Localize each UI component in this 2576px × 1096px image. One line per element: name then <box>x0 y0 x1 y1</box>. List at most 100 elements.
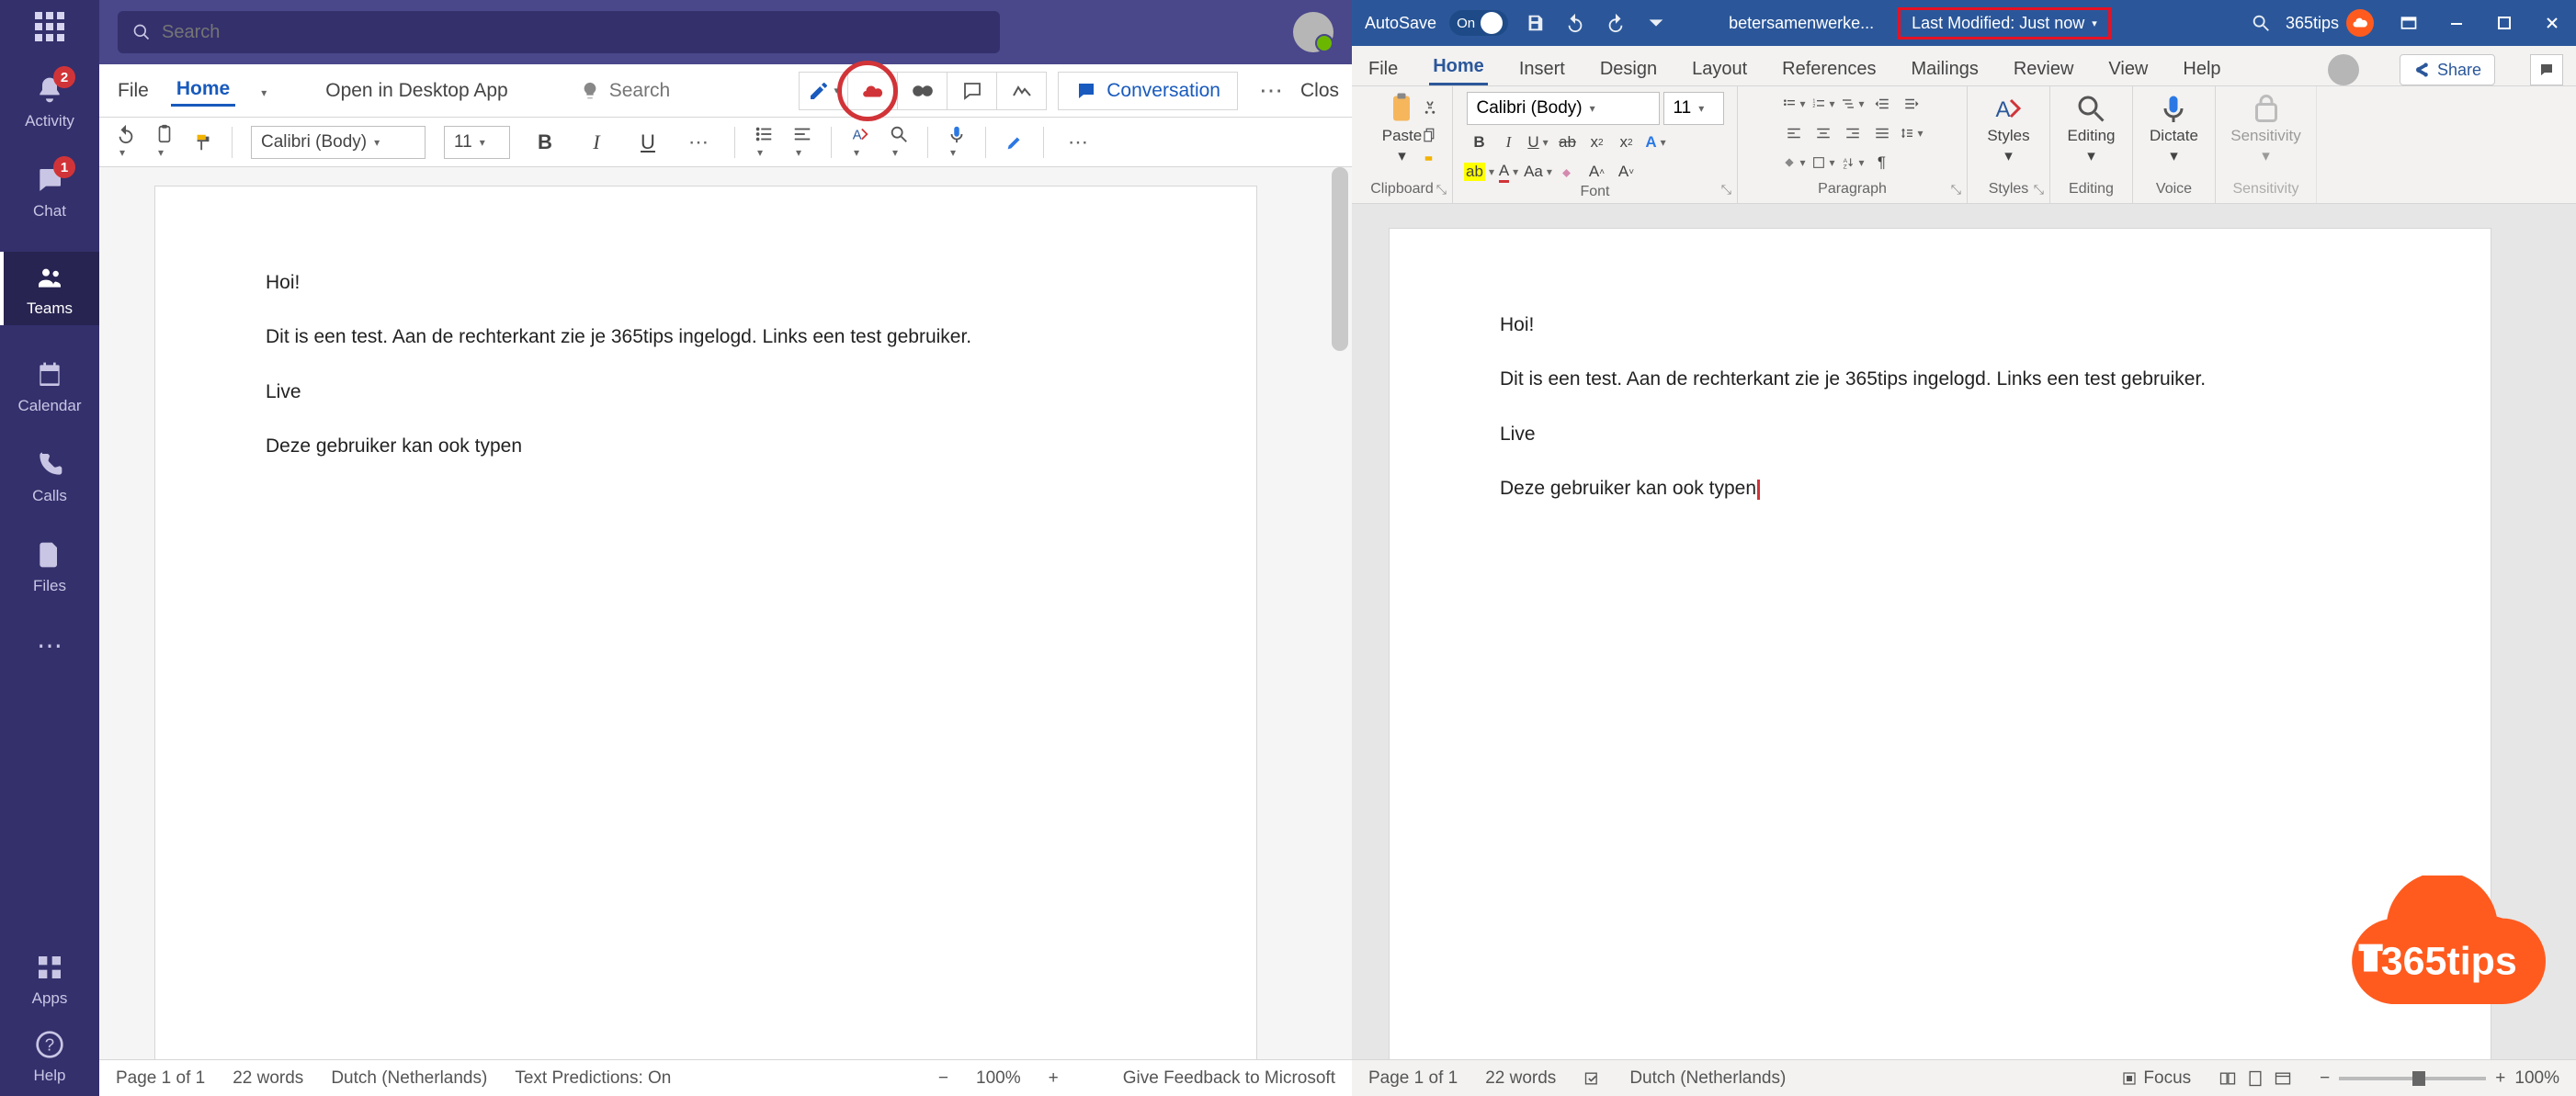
search-titlebar-icon[interactable] <box>2247 9 2275 37</box>
minimize-button[interactable] <box>2433 0 2480 46</box>
rtab-references[interactable]: References <box>1778 53 1879 85</box>
line-spacing-button[interactable] <box>1899 121 1924 145</box>
editor-button[interactable] <box>1004 132 1025 153</box>
maximize-button[interactable] <box>2480 0 2528 46</box>
account-menu[interactable]: 365tips <box>2275 9 2385 37</box>
ribbon-display-button[interactable] <box>2385 0 2433 46</box>
rail-activity[interactable]: 2 Activity <box>0 72 99 130</box>
show-marks-button[interactable]: ¶ <box>1869 151 1895 175</box>
editing-menu-button[interactable]: Editing▾ <box>2068 92 2116 165</box>
find-button[interactable] <box>889 124 909 161</box>
underline-button[interactable]: U <box>631 126 664 159</box>
rtab-insert[interactable]: Insert <box>1515 53 1569 85</box>
zoom-in[interactable]: + <box>2495 1068 2505 1089</box>
scrollbar-thumb[interactable] <box>1332 167 1348 351</box>
status-words[interactable]: 22 words <box>233 1068 303 1089</box>
save-icon[interactable] <box>1521 9 1549 37</box>
format-painter-button[interactable] <box>1417 151 1443 175</box>
read-mode-button[interactable] <box>2219 1069 2237 1088</box>
undo-icon[interactable] <box>1561 9 1589 37</box>
bold-button[interactable]: B <box>1467 130 1492 154</box>
styles-pane-button[interactable]: A Styles▾ <box>1987 92 2029 165</box>
toolbar-overflow[interactable]: ⋯ <box>1062 126 1095 159</box>
tab-more-dropdown[interactable] <box>252 76 272 106</box>
status-spellcheck-icon[interactable] <box>1583 1069 1602 1088</box>
redo-icon[interactable] <box>1602 9 1629 37</box>
copy-button[interactable] <box>1417 123 1443 147</box>
rtab-mailings[interactable]: Mailings <box>1907 53 1981 85</box>
zoom-slider[interactable] <box>2339 1077 2486 1080</box>
web-layout-button[interactable] <box>2274 1069 2292 1088</box>
clear-formatting-button[interactable] <box>1555 160 1581 184</box>
shading-button[interactable] <box>1781 151 1807 175</box>
zoom-level[interactable]: 100% <box>2514 1068 2559 1089</box>
font-size-combo[interactable]: 11▾ <box>444 126 510 159</box>
change-case-button[interactable]: Aa <box>1526 160 1551 184</box>
status-words[interactable]: 22 words <box>1485 1068 1556 1089</box>
font-size-combo[interactable]: 11▾ <box>1663 92 1724 125</box>
justify-button[interactable] <box>1869 121 1895 145</box>
tell-me-input[interactable] <box>609 80 738 102</box>
catch-up-changes-button[interactable] <box>997 72 1047 110</box>
comments-button[interactable] <box>948 72 997 110</box>
rail-calendar[interactable]: Calendar <box>0 356 99 415</box>
reading-view-button[interactable] <box>898 72 948 110</box>
tab-file[interactable]: File <box>112 76 154 106</box>
increase-indent-button[interactable] <box>1899 92 1924 116</box>
bullets-button[interactable] <box>754 124 774 161</box>
rtab-layout[interactable]: Layout <box>1688 53 1751 85</box>
rail-files[interactable]: Files <box>0 537 99 595</box>
share-button[interactable]: Share <box>2400 54 2495 85</box>
status-language[interactable]: Dutch (Netherlands) <box>1629 1068 1786 1089</box>
italic-button[interactable]: I <box>1496 130 1522 154</box>
align-center-button[interactable] <box>1810 121 1836 145</box>
align-right-button[interactable] <box>1840 121 1866 145</box>
subscript-button[interactable]: x2 <box>1584 130 1610 154</box>
zoom-out[interactable]: − <box>2320 1068 2330 1089</box>
font-color-button[interactable]: A <box>1496 160 1522 184</box>
focus-mode[interactable]: Focus <box>2121 1068 2191 1089</box>
feedback-link[interactable]: Give Feedback to Microsoft <box>1123 1068 1335 1089</box>
underline-button[interactable]: U <box>1526 130 1551 154</box>
status-page[interactable]: Page 1 of 1 <box>116 1068 205 1089</box>
tab-home[interactable]: Home <box>171 74 235 107</box>
comments-pane-button[interactable] <box>2530 54 2563 85</box>
rtab-help[interactable]: Help <box>2179 53 2224 85</box>
rtab-file[interactable]: File <box>1365 53 1401 85</box>
format-painter-button[interactable] <box>193 132 213 153</box>
rail-apps[interactable]: Apps <box>0 949 99 1008</box>
more-font-button[interactable]: ⋯ <box>683 126 716 159</box>
borders-button[interactable] <box>1810 151 1836 175</box>
teams-search-input[interactable] <box>162 22 985 43</box>
bullets-button[interactable] <box>1781 92 1807 116</box>
rtab-home[interactable]: Home <box>1429 51 1488 85</box>
dictate-button[interactable] <box>947 124 967 161</box>
grow-font-button[interactable]: A˄ <box>1584 160 1610 184</box>
catch-up-button[interactable] <box>848 72 898 110</box>
undo-button[interactable] <box>116 124 136 161</box>
superscript-button[interactable]: x2 <box>1614 130 1640 154</box>
document-canvas[interactable]: Hoi! Dit is een test. Aan de rechterkant… <box>1352 204 2576 1059</box>
dialog-launcher[interactable]: ⤡ <box>2034 182 2044 198</box>
close-window-button[interactable] <box>2528 0 2576 46</box>
dialog-launcher[interactable]: ⤡ <box>1951 182 1961 198</box>
rtab-review[interactable]: Review <box>2010 53 2078 85</box>
dialog-launcher[interactable]: ⤡ <box>1436 182 1447 198</box>
clipboard-button[interactable] <box>154 124 175 161</box>
last-modified-indicator[interactable]: Last Modified: Just now▾ <box>1898 7 2111 40</box>
editing-mode-button[interactable]: ▾ <box>799 72 848 110</box>
status-predictions[interactable]: Text Predictions: On <box>515 1068 671 1089</box>
align-button[interactable] <box>792 124 812 161</box>
cut-button[interactable] <box>1417 96 1443 119</box>
overflow-button[interactable]: ⋯ <box>1249 72 1293 110</box>
zoom-level[interactable]: 100% <box>976 1068 1021 1089</box>
zoom-out[interactable]: − <box>938 1068 948 1089</box>
rail-help[interactable]: ? Help <box>0 1026 99 1085</box>
shrink-font-button[interactable]: A˅ <box>1614 160 1640 184</box>
paste-button[interactable]: Paste▾ <box>1382 92 1422 165</box>
open-in-desktop-button[interactable]: Open in Desktop App <box>325 80 507 102</box>
teams-search[interactable] <box>118 11 1000 53</box>
styles-button[interactable]: A <box>850 124 870 161</box>
rail-more[interactable]: ⋯ <box>0 627 99 663</box>
rtab-design[interactable]: Design <box>1596 53 1661 85</box>
